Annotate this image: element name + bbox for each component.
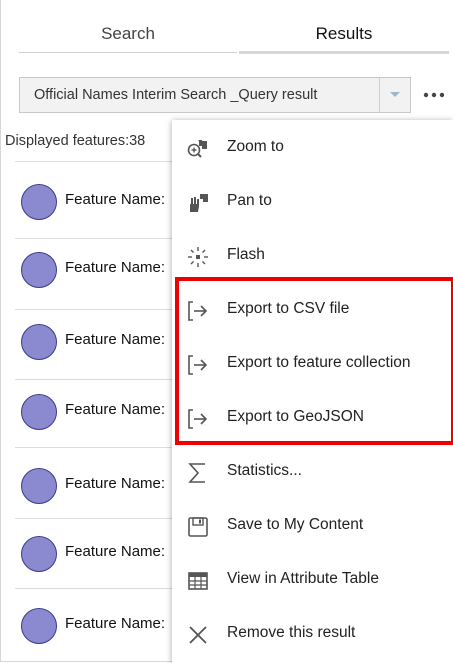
feature-name-label: Feature Name: xyxy=(65,191,166,208)
menu-item-statistics[interactable]: Statistics... xyxy=(172,446,453,500)
feature-symbol xyxy=(21,468,57,504)
menu-item-zoom-to[interactable]: Zoom to xyxy=(172,122,453,176)
ellipsis-icon xyxy=(423,92,445,98)
export-icon xyxy=(188,409,208,429)
chevron-down-icon xyxy=(390,92,400,97)
menu-item-export-geojson[interactable]: Export to GeoJSON xyxy=(172,392,453,446)
export-icon xyxy=(188,355,208,375)
feature-name-label: Feature Name: xyxy=(65,615,166,632)
menu-item-export-csv[interactable]: Export to CSV file xyxy=(172,284,453,338)
menu-item-view-attribute-table[interactable]: View in Attribute Table xyxy=(172,554,453,608)
more-options-button[interactable] xyxy=(419,84,449,106)
menu-item-label: Zoom to xyxy=(227,138,284,155)
close-icon xyxy=(189,626,207,644)
tab-active-indicator xyxy=(239,51,449,54)
menu-item-label: Pan to xyxy=(227,192,272,209)
save-icon xyxy=(188,517,208,537)
pan-to-icon xyxy=(190,194,208,212)
tab-bar: Search Results xyxy=(19,16,449,54)
sigma-icon xyxy=(188,463,205,483)
feature-name-label: Feature Name: xyxy=(65,475,166,492)
menu-item-save-to-my-content[interactable]: Save to My Content xyxy=(172,500,453,554)
tab-search[interactable]: Search xyxy=(19,16,237,52)
flash-icon xyxy=(188,247,208,267)
table-icon xyxy=(188,572,208,590)
menu-item-flash[interactable]: Flash xyxy=(172,230,453,284)
feature-name-label: Feature Name: xyxy=(65,331,166,348)
menu-item-label: Export to CSV file xyxy=(227,300,350,317)
menu-item-label: Export to GeoJSON xyxy=(227,408,364,425)
result-actions-menu: Zoom to Pan to Flash Export to CSV file … xyxy=(172,120,453,663)
feature-symbol xyxy=(21,608,57,644)
result-layer-select-value: Official Names Interim Search _Query res… xyxy=(34,87,318,103)
feature-symbol xyxy=(21,536,57,572)
feature-symbol xyxy=(21,252,57,288)
menu-item-label: Save to My Content xyxy=(227,516,364,533)
export-icon xyxy=(188,301,208,321)
menu-item-export-feature-collection[interactable]: Export to feature collection xyxy=(172,338,453,392)
menu-item-label: View in Attribute Table xyxy=(227,570,379,587)
menu-item-label: Flash xyxy=(227,246,265,263)
result-layer-select[interactable]: Official Names Interim Search _Query res… xyxy=(19,77,411,113)
feature-symbol xyxy=(21,184,57,220)
menu-item-label: Statistics... xyxy=(227,462,302,479)
menu-item-label: Export to feature collection xyxy=(227,354,411,371)
feature-name-label: Feature Name: xyxy=(65,401,166,418)
displayed-features-count: Displayed features:38 xyxy=(5,133,146,149)
menu-item-pan-to[interactable]: Pan to xyxy=(172,176,453,230)
tab-divider xyxy=(19,52,237,53)
dropdown-button[interactable] xyxy=(379,78,410,112)
feature-name-label: Feature Name: xyxy=(65,543,166,560)
tab-results[interactable]: Results xyxy=(239,16,449,52)
feature-symbol xyxy=(21,324,57,360)
menu-item-remove-result[interactable]: Remove this result xyxy=(172,608,453,662)
feature-symbol xyxy=(21,394,57,430)
feature-name-label: Feature Name: xyxy=(65,259,166,276)
zoom-to-icon xyxy=(187,140,207,158)
menu-item-label: Remove this result xyxy=(227,624,356,641)
